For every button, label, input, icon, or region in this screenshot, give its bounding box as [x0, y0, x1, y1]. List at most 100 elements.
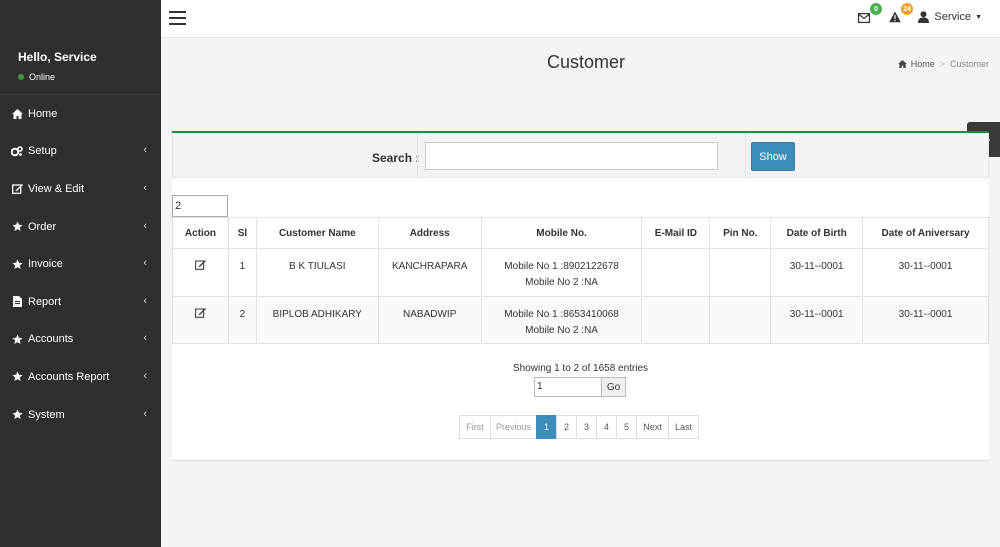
star-icon [11, 258, 23, 270]
goto-page-input[interactable]: 1 [534, 377, 602, 397]
sidebar-item-home[interactable]: Home [0, 95, 161, 133]
user-icon [918, 11, 930, 23]
pagination-page-4[interactable]: 4 [596, 415, 617, 439]
customer-list-box: Search : Show 2 Action Sl Customer Name … [172, 131, 989, 460]
pagination-page-3[interactable]: 3 [576, 415, 597, 439]
user-menu-dropdown[interactable]: Service ▼ [918, 11, 982, 23]
dob-cell: 30-11--0001 [770, 296, 864, 344]
chevron-left-icon: ‹ [143, 294, 147, 307]
email-cell [641, 296, 711, 344]
pagination: First Previous 1 2 3 4 5 Next Last [459, 415, 699, 439]
anniversary-cell: 30-11--0001 [862, 296, 989, 344]
anniversary-cell: 30-11--0001 [862, 248, 989, 297]
sidebar-item-accounts-report[interactable]: Accounts Report ‹ [0, 358, 161, 396]
divider [417, 133, 418, 177]
page-title: Customer [547, 52, 626, 72]
pagination-page-1[interactable]: 1 [536, 415, 557, 439]
customer-table: Action Sl Customer Name Address Mobile N… [172, 217, 989, 344]
sidebar-item-order[interactable]: Order ‹ [0, 208, 161, 246]
star-icon [11, 409, 23, 421]
home-icon [11, 108, 23, 120]
column-header-pin: Pin No. [709, 217, 772, 249]
sidebar-item-label: Setup [28, 145, 57, 158]
user-menu-label: Service [934, 11, 972, 23]
sidebar-item-report[interactable]: Report ‹ [0, 283, 161, 321]
sidebar-item-label: Report [28, 295, 62, 308]
star-icon [11, 333, 23, 345]
pagination-next[interactable]: Next [636, 415, 669, 439]
entries-summary: Showing 1 to 2 of 1658 entries [512, 363, 649, 374]
pagination-page-5[interactable]: 5 [616, 415, 637, 439]
user-panel: Hello, Service Online [0, 0, 161, 95]
breadcrumb-home-link[interactable]: Home [911, 59, 935, 69]
messages-button[interactable]: 0 [858, 3, 882, 26]
action-cell [172, 248, 229, 297]
goto-page-group: 1 Go [534, 377, 626, 397]
chevron-left-icon: ‹ [143, 369, 147, 382]
sidebar-item-setup[interactable]: Setup ‹ [0, 133, 161, 171]
edit-icon [11, 183, 23, 195]
online-status-dot [18, 74, 24, 80]
edit-row-icon[interactable] [195, 259, 206, 276]
warning-icon [889, 11, 901, 23]
sidebar-item-system[interactable]: System ‹ [0, 396, 161, 434]
user-greeting: Hello, Service [18, 50, 97, 64]
cogs-icon [11, 145, 23, 157]
alerts-count-badge: 24 [901, 3, 913, 15]
caret-down-icon: ▼ [975, 13, 982, 21]
sidebar-item-view-edit[interactable]: View & Edit ‹ [0, 170, 161, 208]
mobile-cell: Mobile No 1 :8653410068 Mobile No 2 :NA [480, 296, 643, 344]
column-header-mobile: Mobile No. [480, 217, 643, 249]
chevron-left-icon: ‹ [143, 181, 147, 194]
sidebar-menu: Home Setup ‹ View & Edit ‹ Order ‹ Invoi… [0, 95, 161, 433]
mobile-1: Mobile No 1 :8902122678 [504, 261, 619, 272]
pagination-page-2[interactable]: 2 [556, 415, 577, 439]
address-cell: KANCHRAPARA [377, 248, 482, 297]
edit-row-icon[interactable] [195, 307, 206, 324]
action-cell [172, 296, 229, 344]
column-header-dob: Date of Birth [770, 217, 864, 249]
sidebar-item-label: Accounts Report [28, 370, 110, 383]
envelope-icon [858, 13, 871, 24]
sidebar-toggle-button[interactable] [169, 11, 186, 25]
mobile-1: Mobile No 1 :8653410068 [504, 309, 619, 320]
alerts-button[interactable]: 24 [889, 3, 913, 26]
column-header-action: Action [172, 217, 229, 249]
sl-cell: 2 [227, 296, 257, 344]
pagination-previous[interactable]: Previous [490, 415, 537, 439]
column-header-customer-name: Customer Name [255, 217, 379, 249]
address-cell: NABADWIP [377, 296, 482, 344]
search-bar: Search : Show [172, 133, 989, 178]
mobile-2: Mobile No 2 :NA [525, 277, 598, 288]
email-cell [641, 248, 711, 297]
sl-cell: 1 [227, 248, 257, 297]
customer-name-cell: BIPLOB ADHIKARY [255, 296, 379, 344]
star-icon [11, 221, 23, 233]
chevron-left-icon: ‹ [143, 256, 147, 269]
sidebar-item-label: Invoice [28, 258, 63, 271]
table-row: 2 BIPLOB ADHIKARY NABADWIP Mobile No 1 :… [172, 296, 989, 344]
divider [745, 133, 746, 177]
dob-cell: 30-11--0001 [770, 248, 864, 297]
chevron-left-icon: ‹ [143, 219, 147, 232]
column-header-anniversary: Date of Aniversary [862, 217, 989, 249]
table-header-row: Action Sl Customer Name Address Mobile N… [172, 217, 989, 249]
top-navbar: 0 24 Service ▼ [161, 0, 1000, 38]
sidebar-item-label: Accounts [28, 333, 74, 346]
go-button[interactable]: Go [602, 377, 626, 397]
customer-name-cell: B K TIULASI [255, 248, 379, 297]
user-status-label: Online [29, 72, 56, 82]
entries-per-page-input[interactable]: 2 [172, 195, 228, 217]
pagination-last[interactable]: Last [668, 415, 699, 439]
sidebar-item-invoice[interactable]: Invoice ‹ [0, 245, 161, 283]
sidebar-item-accounts[interactable]: Accounts ‹ [0, 321, 161, 359]
column-header-address: Address [377, 217, 482, 249]
pin-cell [709, 296, 772, 344]
pagination-first[interactable]: First [459, 415, 491, 439]
sidebar-item-label: Home [28, 107, 58, 120]
search-input[interactable] [425, 142, 718, 170]
sidebar: Hello, Service Online Home Setup ‹ View … [0, 0, 161, 547]
breadcrumb-current: Customer [949, 59, 989, 69]
show-button[interactable]: Show [751, 142, 795, 171]
breadcrumb-separator: > [939, 59, 945, 69]
